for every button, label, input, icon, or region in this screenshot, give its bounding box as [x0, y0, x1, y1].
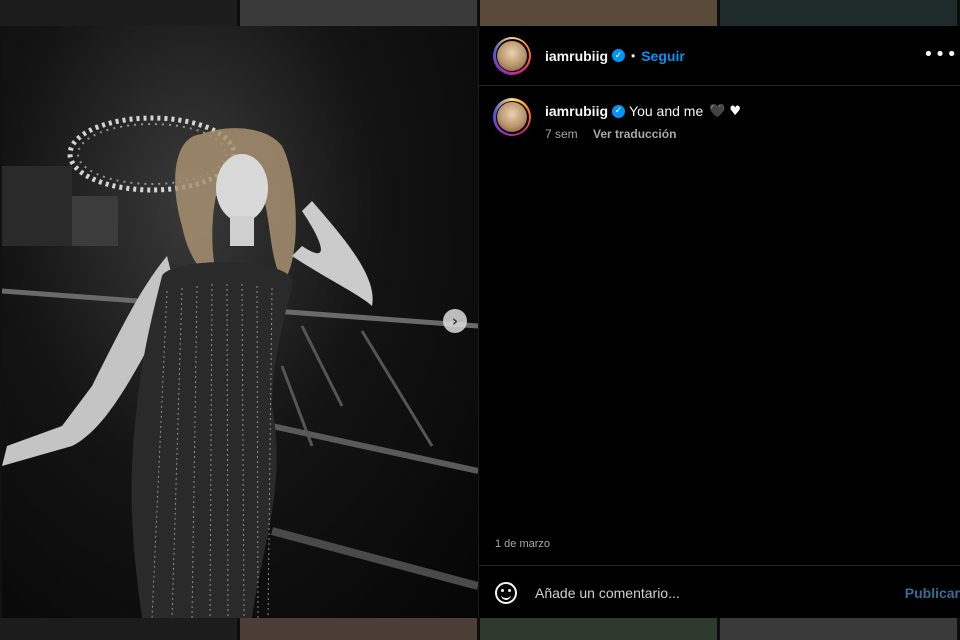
avatar-frame	[495, 100, 529, 134]
avatar-frame	[495, 39, 529, 72]
avatar[interactable]	[493, 98, 531, 136]
caption-emojis: 🖤 ♥	[709, 104, 741, 119]
post-header: iamrubiig ✓ • Seguir •••	[479, 26, 960, 86]
photo-scene	[2, 115, 478, 618]
post-side-panel: iamrubiig ✓ • Seguir ••• iamrubiig ✓ You…	[478, 26, 960, 618]
post-modal: › iamrubiig ✓ • Seguir ••• iamrubiig ✓ Y…	[2, 26, 960, 618]
caption-text: You and me	[629, 103, 704, 119]
more-horizontal-icon[interactable]: •••	[923, 44, 958, 65]
feed-thumbnail	[0, 0, 240, 26]
publish-button[interactable]: Publicar	[905, 585, 960, 601]
post-date: 1 de marzo	[495, 538, 551, 550]
background-feed-bottom	[0, 618, 960, 640]
comment-bar: Publicar	[479, 565, 960, 619]
avatar-image	[497, 40, 527, 71]
post-age: 7 sem	[545, 127, 578, 141]
feed-thumbnail	[0, 618, 240, 640]
feed-thumbnail	[240, 0, 480, 26]
feed-thumbnail	[480, 0, 720, 26]
avatar-image	[497, 102, 527, 132]
background-feed-top	[0, 0, 960, 26]
caption-line: iamrubiig ✓ You and me 🖤 ♥	[545, 103, 741, 119]
header-username[interactable]: iamrubiig	[545, 48, 608, 64]
verified-badge-icon: ✓	[612, 104, 626, 118]
chevron-right-icon: ›	[451, 312, 459, 330]
follow-button[interactable]: Seguir	[641, 48, 685, 64]
emoji-mouth	[501, 593, 511, 600]
separator-dot: •	[631, 48, 636, 63]
caption-username[interactable]: iamrubiig	[545, 103, 608, 119]
black-heart-icon: 🖤	[709, 103, 726, 119]
caption-body: iamrubiig ✓ You and me 🖤 ♥ 7 sem Ver trad…	[545, 98, 741, 141]
feed-thumbnail	[240, 618, 480, 640]
see-translation-link[interactable]: Ver traducción	[593, 127, 676, 141]
comment-input[interactable]	[533, 583, 905, 602]
caption-meta: 7 sem Ver traducción	[545, 127, 741, 141]
emoji-smiley-icon[interactable]	[495, 581, 517, 604]
verified-badge-icon: ✓	[612, 49, 626, 62]
white-heart-icon: ♥	[729, 103, 742, 119]
feed-thumbnail	[720, 0, 960, 26]
feed-thumbnail	[720, 618, 960, 640]
feed-thumbnail	[480, 618, 720, 640]
avatar[interactable]	[493, 36, 531, 75]
caption-block: iamrubiig ✓ You and me 🖤 ♥ 7 sem Ver trad…	[479, 86, 960, 153]
next-photo-button[interactable]: ›	[443, 309, 467, 333]
post-photo: ›	[2, 26, 478, 618]
